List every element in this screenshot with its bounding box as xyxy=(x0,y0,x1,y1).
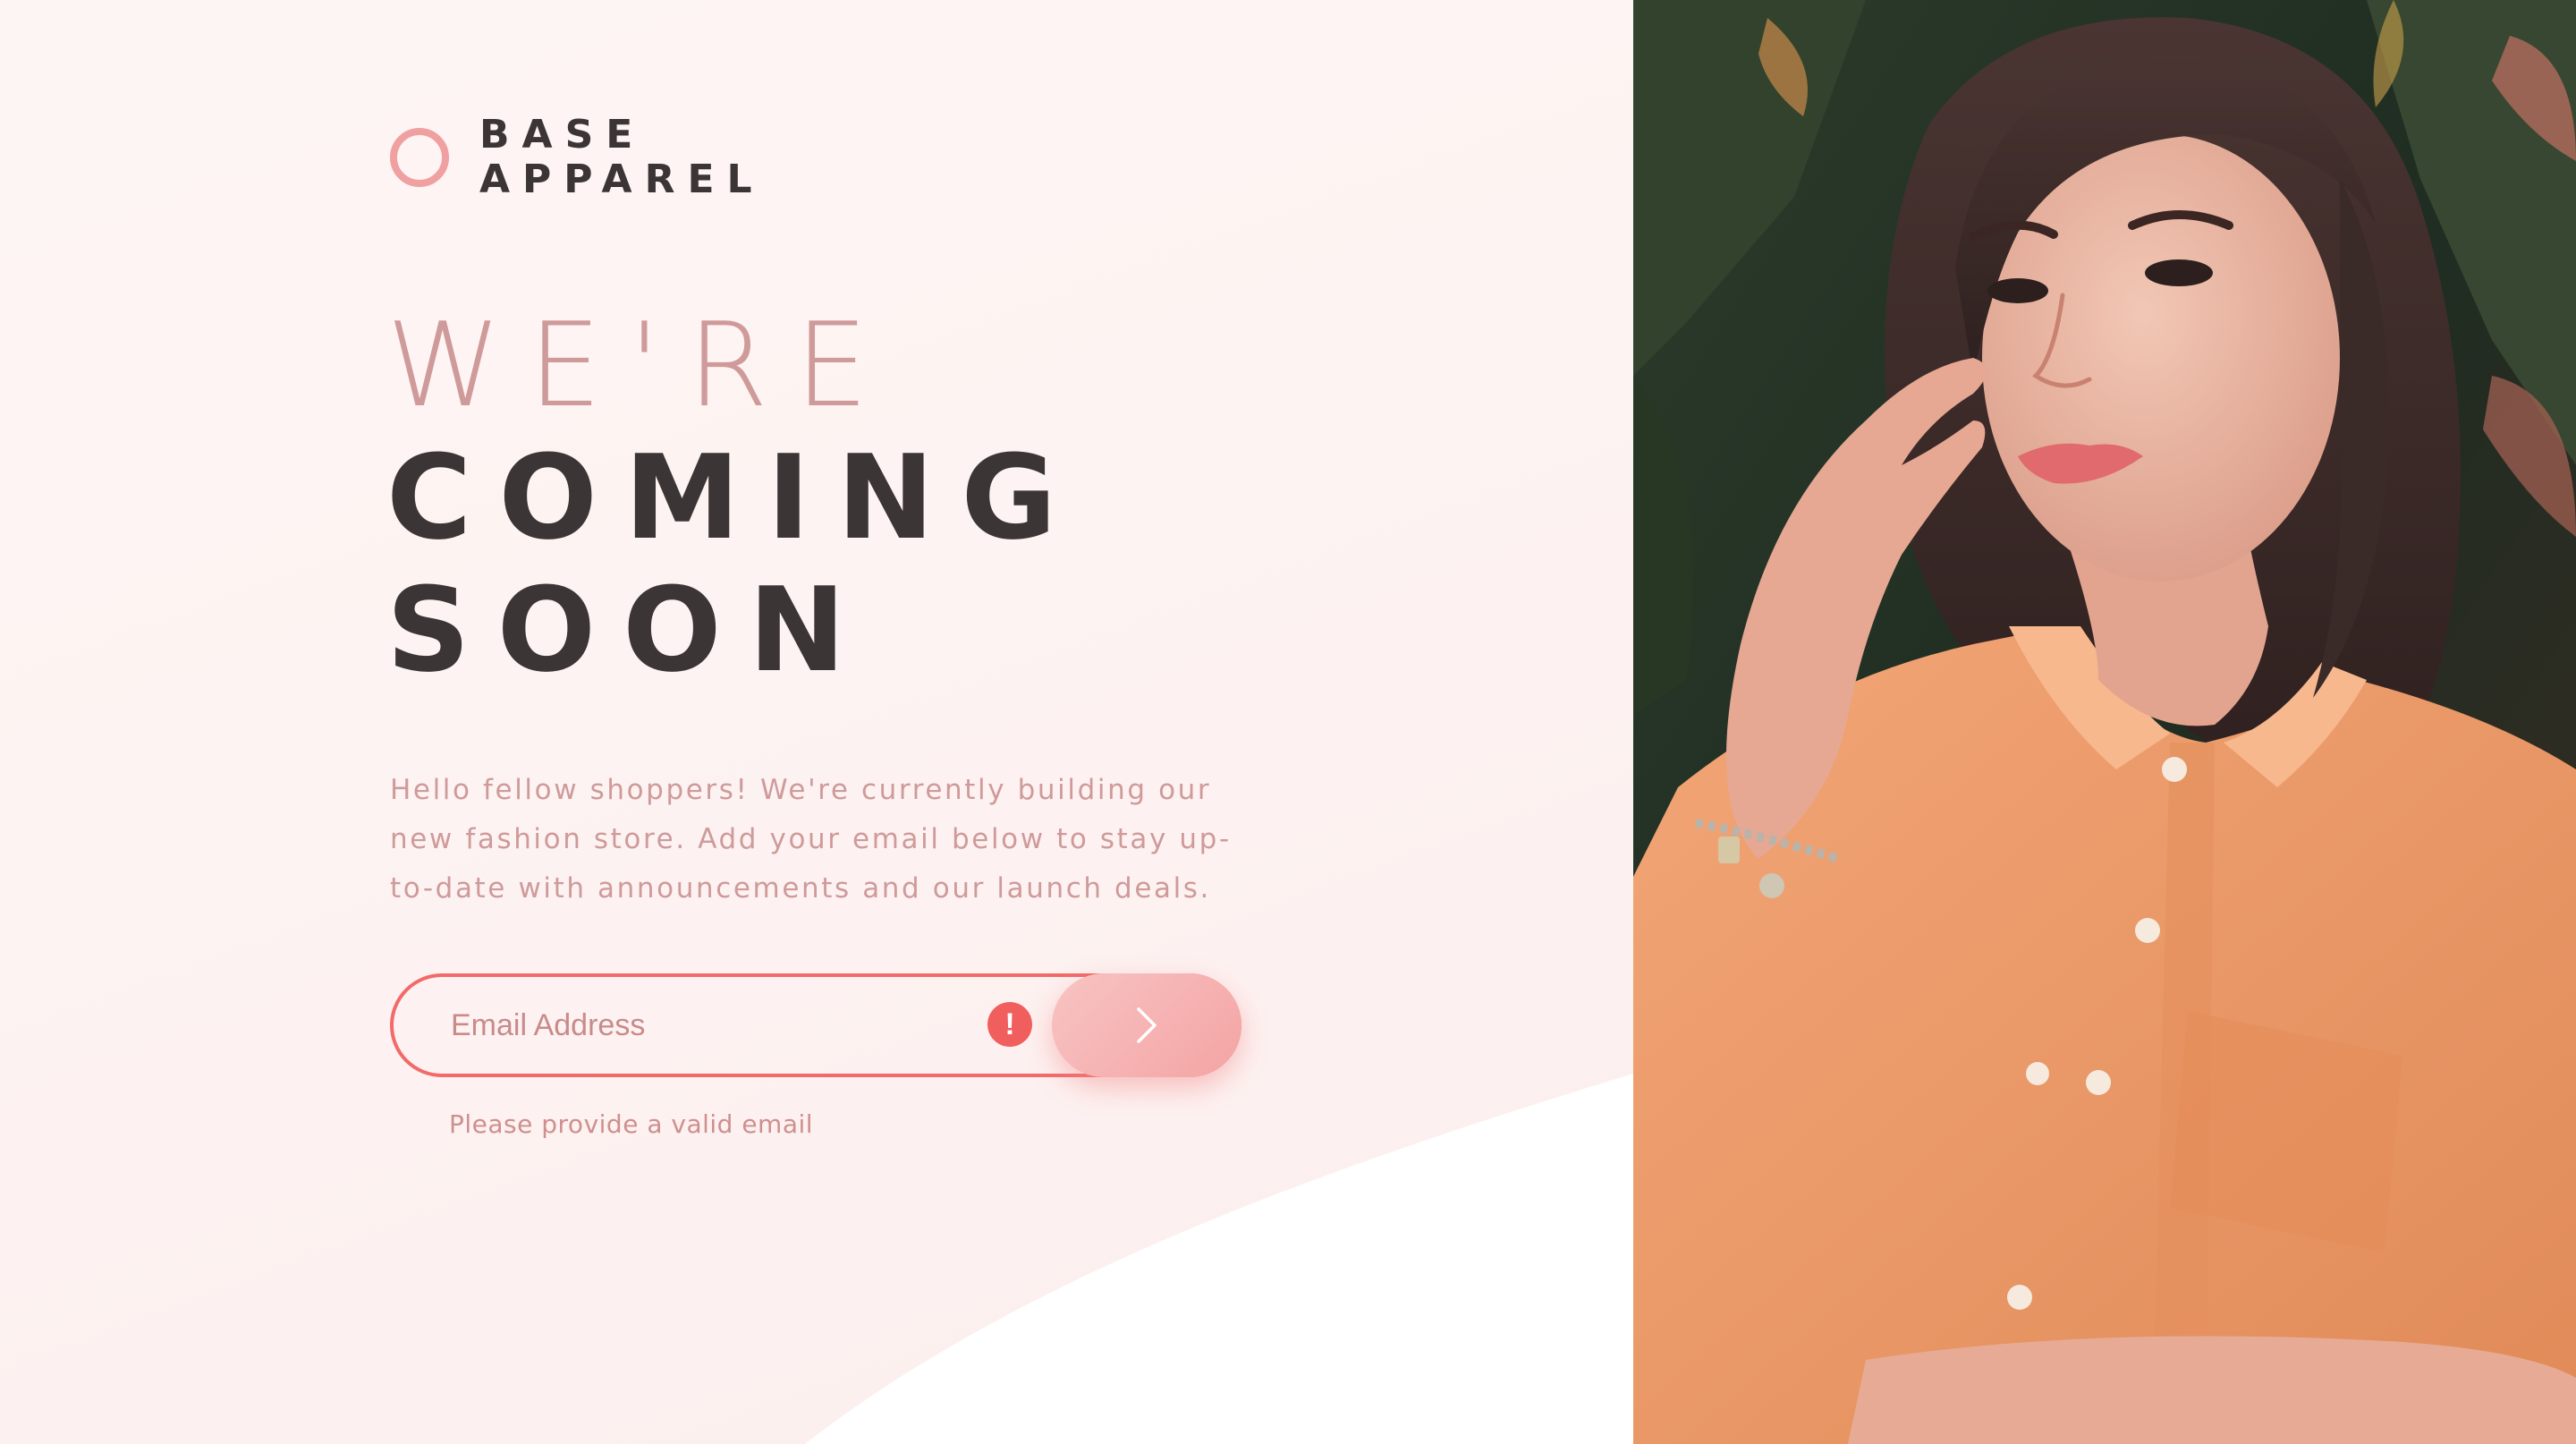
brand-logo[interactable]: BASE APPAREL xyxy=(390,113,765,202)
brand-name: BASE APPAREL xyxy=(479,113,765,202)
intro-description: Hello fellow shoppers! We're currently b… xyxy=(390,774,1232,905)
exclamation-icon: ! xyxy=(987,1002,1032,1047)
email-signup-form: ! xyxy=(390,973,1241,1077)
submit-button[interactable] xyxy=(1052,973,1241,1077)
headline-line-2: COMING xyxy=(386,429,1084,565)
brand-line-1: BASE xyxy=(479,112,646,157)
hero-photo xyxy=(1633,0,2576,1444)
chevron-right-icon xyxy=(1137,1007,1157,1043)
email-input[interactable] xyxy=(394,977,966,1074)
background-wave xyxy=(805,1074,1633,1444)
content-panel: BASE APPAREL WE'RE COMING SOON Hello fel… xyxy=(0,0,1633,1444)
headline-line-1: WE'RE xyxy=(386,297,895,433)
coming-soon-page: BASE APPAREL WE'RE COMING SOON Hello fel… xyxy=(0,0,2576,1444)
headline-line-3: SOON xyxy=(386,562,873,698)
page-headline: WE'RE COMING SOON xyxy=(386,299,1083,696)
email-error-message: Please provide a valid email xyxy=(449,1109,814,1139)
hero-photo-woman-orange-shirt xyxy=(1633,0,2576,1444)
brand-line-2: APPAREL xyxy=(479,157,765,202)
ring-icon xyxy=(390,128,449,187)
